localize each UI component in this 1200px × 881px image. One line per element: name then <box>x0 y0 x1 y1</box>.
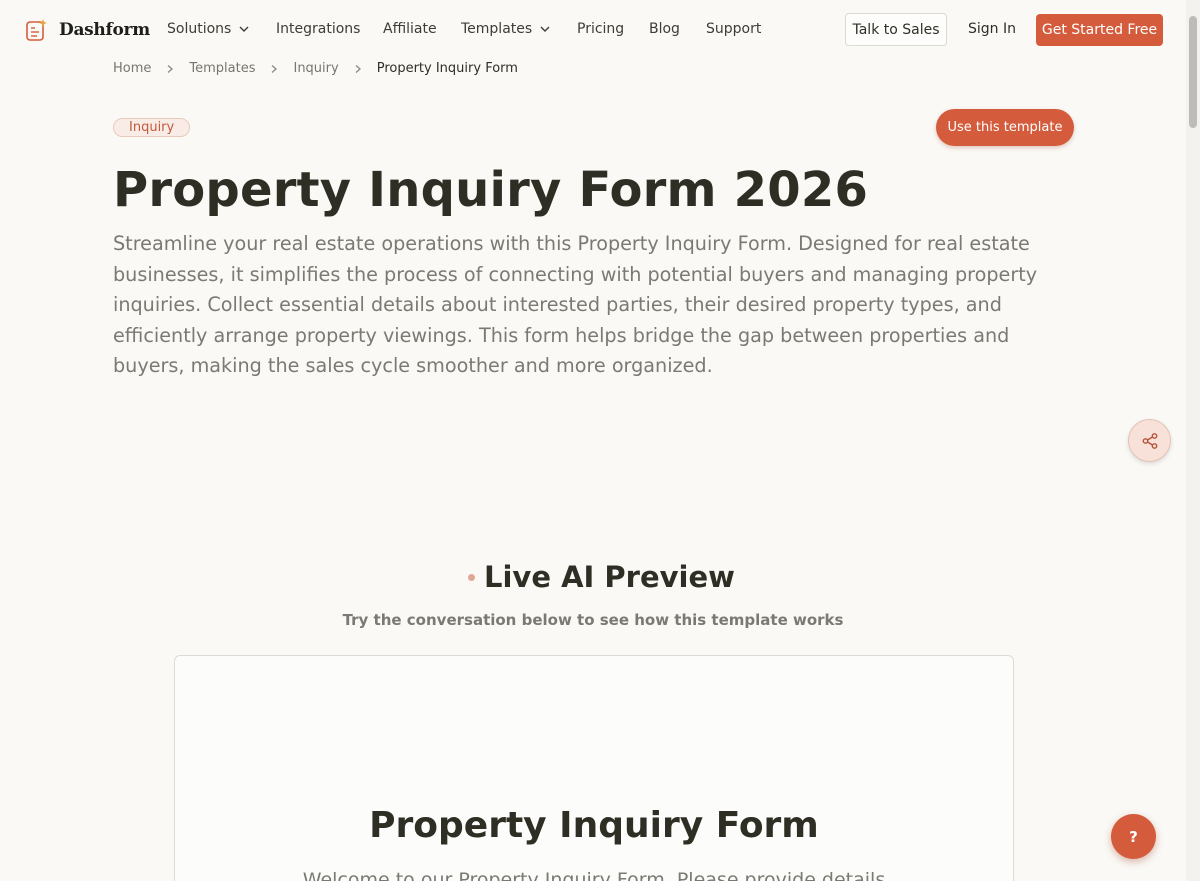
page-scrollbar[interactable] <box>1186 0 1200 881</box>
nav-label: Templates <box>461 21 533 37</box>
nav-support[interactable]: Support <box>706 21 761 37</box>
nav-templates[interactable]: Templates <box>461 21 551 37</box>
form-intro: Welcome to our Property Inquiry Form. Pl… <box>302 869 886 881</box>
chevron-down-icon <box>239 26 249 32</box>
nav-label: Support <box>706 21 762 37</box>
breadcrumb: Home Templates Inquiry Property Inquiry … <box>113 61 518 76</box>
share-button[interactable] <box>1128 419 1171 462</box>
scrollbar-thumb[interactable] <box>1189 16 1197 128</box>
live-preview-heading: Live AI Preview <box>468 560 735 594</box>
page-description: Streamline your real estate operations w… <box>113 232 1038 377</box>
brand-name: Dashform <box>59 20 150 40</box>
share-icon <box>1142 432 1157 449</box>
form-title: Property Inquiry Form <box>369 805 819 846</box>
live-preview-title: Live AI Preview <box>484 560 735 594</box>
category-tag[interactable]: Inquiry <box>113 118 191 137</box>
nav-label: Affiliate <box>383 21 437 37</box>
nav-blog[interactable]: Blog <box>649 21 680 37</box>
breadcrumb-templates[interactable]: Templates <box>189 61 255 76</box>
use-template-button[interactable]: Use this template <box>936 109 1074 146</box>
breadcrumb-inquiry[interactable]: Inquiry <box>293 61 338 76</box>
page-title: Property Inquiry Form 2026 <box>113 162 869 218</box>
chevron-down-icon <box>540 26 550 32</box>
nav-label: Solutions <box>167 21 232 37</box>
chevron-right-icon <box>272 64 278 73</box>
talk-to-sales-button[interactable]: Talk to Sales <box>845 13 947 46</box>
chevron-right-icon <box>167 64 174 73</box>
top-navigation: Dashform Solutions Integrations Affiliat… <box>0 0 1186 60</box>
help-button[interactable]: ? <box>1111 814 1156 859</box>
live-preview-subtitle: Try the conversation below to see how th… <box>342 611 844 629</box>
nav-affiliate[interactable]: Affiliate <box>383 21 437 37</box>
form-preview-card[interactable]: Property Inquiry Form Welcome to our Pro… <box>174 655 1014 881</box>
nav-label: Pricing <box>577 21 625 37</box>
nav-solutions[interactable]: Solutions <box>167 21 250 37</box>
brand-logo[interactable]: Dashform <box>26 18 150 42</box>
nav-label: Blog <box>649 21 680 37</box>
form-sparkle-icon <box>26 19 47 41</box>
breadcrumb-home[interactable]: Home <box>113 61 151 76</box>
breadcrumb-current: Property Inquiry Form <box>376 61 518 76</box>
get-started-button[interactable]: Get Started Free <box>1036 14 1163 46</box>
sign-in-link[interactable]: Sign In <box>968 21 1016 37</box>
nav-integrations[interactable]: Integrations <box>276 21 360 37</box>
nav-pricing[interactable]: Pricing <box>577 21 624 37</box>
chevron-right-icon <box>355 64 361 73</box>
status-dot <box>468 573 475 581</box>
nav-label: Integrations <box>276 21 361 37</box>
